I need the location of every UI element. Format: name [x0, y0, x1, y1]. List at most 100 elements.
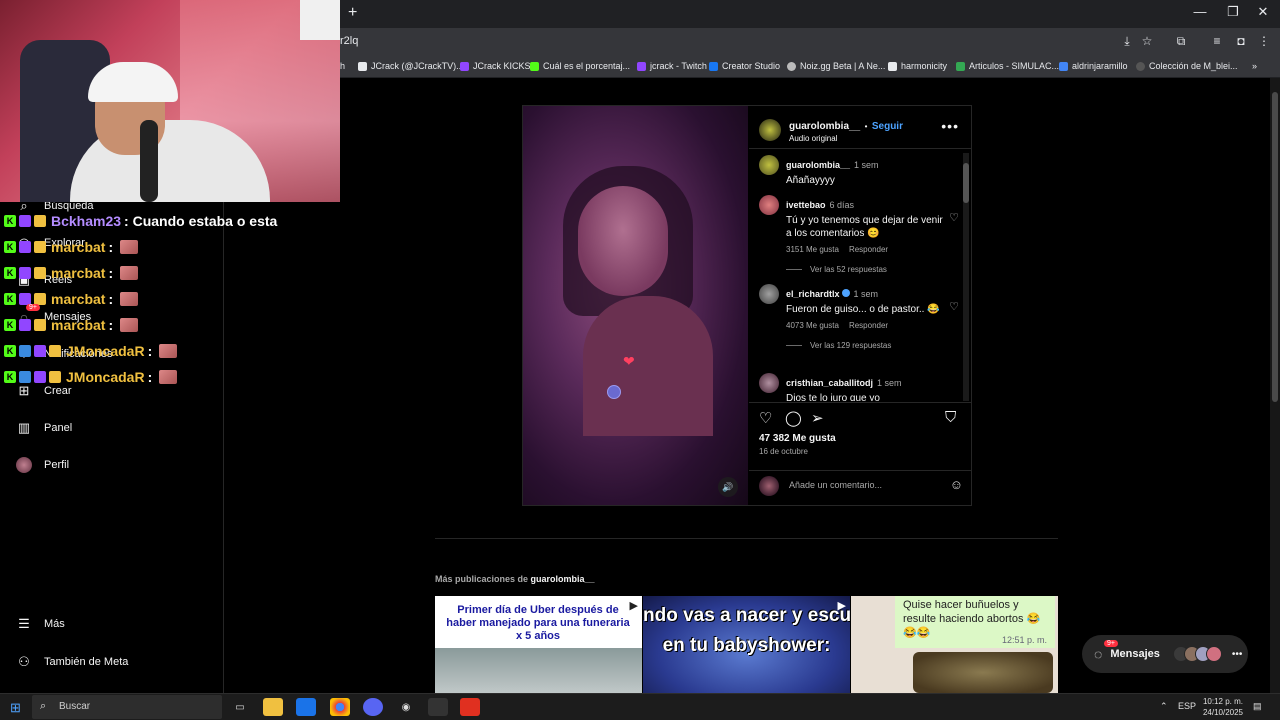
new-tab-button[interactable]: + — [348, 4, 357, 22]
browser-menu-icon[interactable]: ⋮ — [1255, 34, 1273, 48]
task-view-icon[interactable]: ▭ — [230, 698, 250, 716]
post-date: 16 de octubre — [759, 447, 808, 456]
more-post-thumbnail-3[interactable]: Quise hacer buñuelos y resulte haciendo … — [851, 596, 1058, 693]
chat-message: K JMoncadaR : — [4, 343, 178, 359]
install-app-icon[interactable]: ⤓ — [1118, 34, 1136, 49]
chat-message: K marcbat : — [4, 239, 139, 255]
save-icon[interactable]: ⛉ — [945, 409, 956, 426]
bookmark-7[interactable]: Articulos - SIMULAC... — [956, 61, 1059, 71]
bookmarks-overflow-icon[interactable]: » — [1252, 61, 1257, 71]
scrollbar-thumb[interactable] — [1272, 92, 1278, 402]
messages-button[interactable]: ◌ 9+ Mensajes ••• — [1082, 635, 1248, 673]
bookmark-5[interactable]: Noiz.gg Beta | A Ne... — [787, 61, 885, 71]
post-header: guarolombia__ • Seguir Audio original — [759, 116, 903, 143]
thumbnail-image — [913, 652, 1053, 693]
bookmark-4[interactable]: Creator Studio — [709, 61, 780, 71]
chat-emote — [120, 318, 139, 332]
avatar-icon — [16, 457, 32, 473]
author-name[interactable]: guarolombia__ — [789, 121, 860, 132]
comments-list: guarolombia__ 1 sem Añañayyyy ivettebao 6 … — [749, 149, 971, 401]
sidebar-item-profile[interactable]: Perfil — [16, 457, 69, 473]
system-clock[interactable]: 10:12 p. m. 24/10/2025 — [1200, 696, 1246, 718]
author-avatar[interactable] — [759, 155, 779, 175]
comment-icon[interactable]: ◯ — [785, 409, 802, 427]
sidebar-item-panel[interactable]: ▥ Panel — [16, 420, 72, 436]
comments-scrollbar[interactable] — [963, 153, 969, 401]
bookmark-truncated[interactable]: h — [340, 61, 345, 71]
user-avatar — [759, 476, 779, 496]
reply-button[interactable]: Responder — [849, 321, 888, 330]
scrollbar-thumb[interactable] — [963, 163, 969, 203]
bookmark-3[interactable]: jcrack - Twitch — [637, 61, 707, 71]
more-post-thumbnail-2[interactable]: ndo vas a nacer y escuchas e en tu babys… — [643, 596, 850, 693]
like-count[interactable]: 47 382 Me gusta — [759, 433, 836, 444]
audio-label[interactable]: Audio original — [789, 134, 903, 143]
video-face — [578, 186, 668, 296]
comment-heart-icon[interactable]: ♡ — [949, 300, 959, 313]
file-explorer-icon[interactable] — [263, 698, 283, 716]
profile-icon[interactable]: ◘ — [1232, 34, 1250, 48]
follow-button[interactable]: Seguir — [872, 121, 903, 132]
media-control-icon[interactable]: ≡ — [1208, 34, 1226, 48]
url-field[interactable]: r2lq — [340, 35, 358, 47]
commenter-avatar[interactable] — [759, 195, 779, 215]
bookmark-6[interactable]: harmonicity — [888, 61, 947, 71]
maximize-button[interactable]: ❐ — [1218, 4, 1248, 20]
commenter-avatar[interactable] — [759, 373, 779, 393]
outlook-icon[interactable] — [296, 698, 316, 716]
chrome-icon[interactable] — [330, 698, 350, 716]
twitch-icon — [460, 61, 469, 71]
commenter-avatar[interactable] — [759, 284, 779, 304]
app-icon[interactable] — [428, 698, 448, 716]
pendant-shape — [607, 385, 621, 399]
more-post-thumbnail-1[interactable]: Primer día de Uber después de haber mane… — [435, 596, 642, 693]
crown-badge-icon — [49, 371, 61, 383]
page-scrollbar[interactable] — [1270, 78, 1280, 693]
bookmark-2[interactable]: Cuál es el porcentaj... — [530, 61, 630, 71]
like-icon[interactable]: ♡ — [759, 409, 772, 427]
comment-input[interactable]: Añade un comentario... — [789, 480, 882, 490]
bookmark-8[interactable]: aldrinjaramillo — [1059, 61, 1128, 71]
crown-badge-icon — [34, 267, 46, 279]
windows-start-icon[interactable]: ⊞ — [10, 700, 21, 716]
more-posts-author[interactable]: guarolombia__ — [531, 574, 595, 584]
extensions-icon[interactable]: ⧉ — [1172, 34, 1190, 49]
video-shoulders — [583, 296, 713, 436]
share-icon[interactable]: ➢ — [811, 409, 824, 427]
emoji-icon[interactable]: ☺ — [950, 477, 963, 492]
language-indicator[interactable]: ESP — [1178, 701, 1196, 711]
bookmark-star-icon[interactable]: ☆ — [1138, 34, 1156, 48]
sidebar-item-meta[interactable]: ⚇ También de Meta — [16, 654, 128, 670]
facebook-icon — [709, 61, 718, 71]
notification-icon[interactable]: ▤ — [1253, 701, 1262, 712]
discord-icon[interactable] — [363, 698, 383, 716]
heart-sticker-icon: ❤ — [623, 353, 635, 369]
bookmark-9[interactable]: Colección de M_blei... — [1136, 61, 1238, 71]
obs-icon[interactable]: ◉ — [396, 698, 416, 716]
sub-badge-icon — [19, 319, 31, 331]
view-replies-button[interactable]: Ver las 129 respuestas — [786, 341, 946, 350]
tray-chevron-icon[interactable]: ⌃ — [1160, 701, 1168, 712]
volume-icon[interactable]: 🔊 — [718, 477, 738, 497]
kick-icon — [530, 61, 539, 71]
bookmark-1[interactable]: JCrack KICKS — [460, 61, 531, 71]
more-options-icon[interactable]: ••• — [941, 118, 959, 134]
streamer-webcam — [0, 0, 340, 202]
crown-badge-icon — [34, 241, 46, 253]
author-avatar[interactable] — [759, 118, 781, 141]
bookmark-0[interactable]: JCrack (@JCrackTV)... — [358, 61, 464, 71]
reply-button[interactable]: Responder — [849, 245, 888, 254]
fl-studio-icon[interactable] — [460, 698, 480, 716]
taskbar-search[interactable]: ⌕ Buscar — [32, 695, 222, 719]
minimize-button[interactable]: — — [1185, 4, 1215, 19]
comment-heart-icon[interactable]: ♡ — [949, 211, 959, 224]
white-cap — [88, 62, 178, 102]
post-video[interactable]: ❤ 🔊 — [523, 106, 748, 505]
sidebar-item-create[interactable]: ⊞ Crear — [16, 383, 72, 399]
sidebar-item-more[interactable]: ☰ Más — [16, 616, 65, 632]
divider — [749, 402, 971, 403]
post-actions: ♡ ◯ ➢ ⛉ — [759, 409, 963, 429]
view-replies-button[interactable]: Ver las 52 respuestas — [786, 265, 946, 274]
close-button[interactable]: ✕ — [1248, 4, 1278, 20]
chat-message: K Bckham23 : Cuando estaba o esta — [4, 213, 277, 229]
